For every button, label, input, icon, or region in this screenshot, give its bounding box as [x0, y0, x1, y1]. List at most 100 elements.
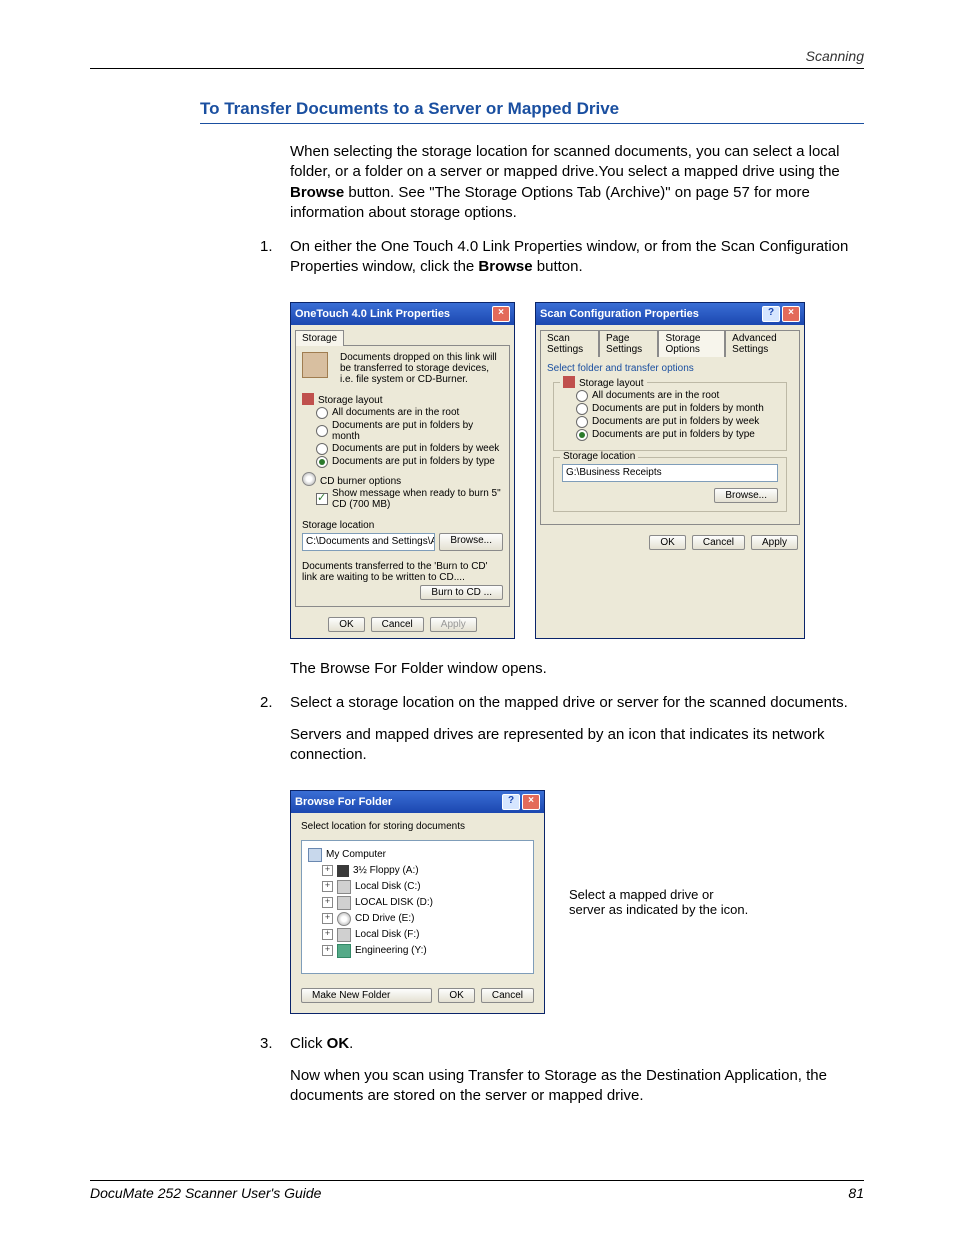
close-icon[interactable]: ×	[522, 794, 540, 810]
expand-icon[interactable]: +	[322, 929, 333, 940]
footer-left: DocuMate 252 Scanner User's Guide	[90, 1185, 321, 1201]
network-drive-icon	[337, 944, 351, 958]
radio-all-root-label: All documents are in the root	[332, 407, 459, 418]
expand-icon[interactable]: +	[322, 881, 333, 892]
step-3-number: 3.	[260, 1034, 290, 1119]
close-icon[interactable]: ×	[492, 306, 510, 322]
radio-by-type-label: Documents are put in folders by type	[332, 456, 495, 467]
step-1-number: 1.	[260, 237, 290, 290]
radio-by-type[interactable]: Documents are put in folders by type	[316, 456, 503, 468]
expand-icon[interactable]: +	[322, 913, 333, 924]
after-step1-text: The Browse For Folder window opens.	[290, 659, 864, 679]
sc-browse-button[interactable]: Browse...	[714, 488, 778, 503]
step1-b: Browse	[478, 258, 532, 275]
node-my-computer[interactable]: My Computer	[326, 847, 386, 863]
help-icon[interactable]: ?	[502, 794, 520, 810]
expand-icon[interactable]: +	[322, 865, 333, 876]
step1-c: button.	[533, 258, 583, 275]
sc-radio-by-type[interactable]: Documents are put in folders by type	[576, 429, 778, 441]
sc-storage-location-legend: Storage location	[560, 451, 638, 462]
onetouch-title: OneTouch 4.0 Link Properties	[295, 308, 450, 320]
step3-c: .	[349, 1035, 353, 1052]
onetouch-titlebar: OneTouch 4.0 Link Properties ×	[291, 303, 514, 325]
hdd-icon	[337, 896, 351, 910]
tab-storage-options[interactable]: Storage Options	[658, 330, 725, 357]
burn-to-cd-button[interactable]: Burn to CD ...	[420, 585, 503, 600]
select-folder-label: Select folder and transfer options	[547, 363, 793, 374]
footer-page-number: 81	[848, 1185, 864, 1201]
folder-tree[interactable]: My Computer +3½ Floppy (A:) + Local Disk …	[301, 840, 534, 974]
cd-burner-heading: CD burner options	[302, 472, 503, 487]
cancel-button[interactable]: Cancel	[371, 617, 424, 632]
sc-apply-button[interactable]: Apply	[751, 535, 798, 550]
step-3-after-text: Now when you scan using Transfer to Stor…	[290, 1066, 864, 1107]
node-local-c[interactable]: Local Disk (C:)	[355, 879, 421, 895]
apply-button[interactable]: Apply	[430, 617, 477, 632]
intro-browse-word: Browse	[290, 184, 344, 201]
sc-radio-by-month[interactable]: Documents are put in folders by month	[576, 403, 778, 415]
hdd-icon	[337, 880, 351, 894]
help-icon[interactable]: ?	[762, 306, 780, 322]
cd-icon	[302, 472, 316, 486]
floppy-icon	[337, 865, 349, 877]
browse-title: Browse For Folder	[295, 796, 392, 808]
node-local-f[interactable]: Local Disk (F:)	[355, 927, 419, 943]
sc-cancel-button[interactable]: Cancel	[692, 535, 745, 550]
node-engineering-y[interactable]: Engineering (Y:)	[355, 943, 427, 959]
sc-radio-all-root[interactable]: All documents are in the root	[576, 390, 778, 402]
radio-all-root[interactable]: All documents are in the root	[316, 407, 503, 419]
check-show-message-label: Show message when ready to burn 5" CD (7…	[332, 488, 503, 510]
tab-storage[interactable]: Storage	[295, 330, 344, 346]
node-floppy[interactable]: 3½ Floppy (A:)	[353, 863, 419, 879]
radio-by-week[interactable]: Documents are put in folders by week	[316, 443, 503, 455]
step3-a: Click	[290, 1035, 327, 1052]
layout-icon	[563, 376, 575, 388]
sc-r4-label: Documents are put in folders by type	[592, 429, 755, 440]
browse-for-folder-dialog: Browse For Folder ? × Select location fo…	[290, 790, 545, 1014]
step3-b: OK	[327, 1035, 350, 1052]
sc-layout-legend: Storage layout	[579, 378, 644, 389]
expand-icon[interactable]: +	[322, 897, 333, 908]
browse-cancel-button[interactable]: Cancel	[481, 988, 534, 1003]
radio-by-month[interactable]: Documents are put in folders by month	[316, 420, 503, 442]
radio-by-month-label: Documents are put in folders by month	[332, 420, 503, 442]
annotation-text: Select a mapped drive or server as indic…	[569, 887, 749, 917]
check-show-message[interactable]: Show message when ready to burn 5" CD (7…	[316, 488, 503, 510]
intro-text-a: When selecting the storage location for …	[290, 143, 840, 180]
sc-r2-label: Documents are put in folders by month	[592, 403, 764, 414]
step-2-number: 2.	[260, 693, 290, 778]
layout-icon	[302, 393, 314, 405]
storage-layout-heading: Storage layout	[302, 393, 503, 406]
tab-advanced-settings[interactable]: Advanced Settings	[725, 330, 800, 357]
section-heading: To Transfer Documents to a Server or Map…	[200, 99, 864, 124]
ok-button[interactable]: OK	[328, 617, 364, 632]
sc-radio-by-week[interactable]: Documents are put in folders by week	[576, 416, 778, 428]
expand-icon[interactable]: +	[322, 945, 333, 956]
step-2-after-text: Servers and mapped drives are represente…	[290, 725, 864, 766]
intro-paragraph: When selecting the storage location for …	[290, 142, 864, 223]
node-cd-e[interactable]: CD Drive (E:)	[355, 911, 414, 927]
hdd-icon	[337, 928, 351, 942]
browse-subtitle: Select location for storing documents	[291, 813, 544, 836]
step-3-text: Click OK.	[290, 1034, 864, 1054]
node-local-d[interactable]: LOCAL DISK (D:)	[355, 895, 433, 911]
browse-ok-button[interactable]: OK	[438, 988, 474, 1003]
computer-icon	[308, 848, 322, 862]
browse-button[interactable]: Browse...	[439, 533, 503, 551]
storage-location-input[interactable]: C:\Documents and Settings\Administrator\…	[302, 533, 435, 551]
scan-configuration-properties-dialog: Scan Configuration Properties ? × Scan S…	[535, 302, 805, 639]
storage-icon	[302, 352, 328, 378]
onetouch-desc: Documents dropped on this link will be t…	[340, 352, 503, 385]
intro-text-c: button. See "The Storage Options Tab (Ar…	[290, 184, 810, 221]
tab-scan-settings[interactable]: Scan Settings	[540, 330, 599, 357]
tab-page-settings[interactable]: Page Settings	[599, 330, 658, 357]
onetouch-link-properties-dialog: OneTouch 4.0 Link Properties × Storage D…	[290, 302, 515, 639]
sc-ok-button[interactable]: OK	[649, 535, 685, 550]
scanconf-title: Scan Configuration Properties	[540, 308, 699, 320]
sc-storage-location-input[interactable]: G:\Business Receipts	[562, 464, 778, 482]
close-icon[interactable]: ×	[782, 306, 800, 322]
step-1-text: On either the One Touch 4.0 Link Propert…	[290, 237, 864, 278]
make-new-folder-button[interactable]: Make New Folder	[301, 988, 432, 1003]
pending-text: Documents transferred to the 'Burn to CD…	[302, 561, 503, 583]
step-2-text: Select a storage location on the mapped …	[290, 693, 864, 713]
